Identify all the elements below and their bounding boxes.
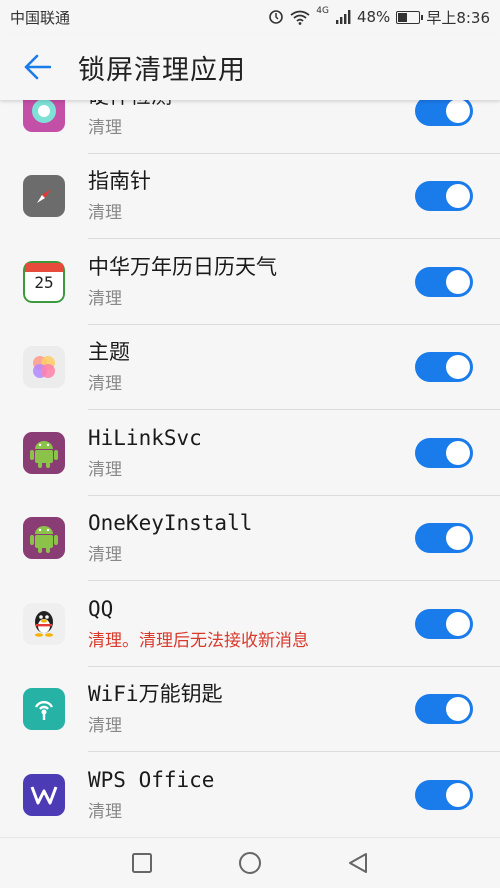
app-subtitle: 清理: [88, 801, 122, 822]
toggle-knob: [446, 697, 470, 722]
cleanup-toggle[interactable]: [415, 437, 473, 468]
android-icon: [23, 431, 65, 474]
cleanup-toggle[interactable]: [415, 352, 473, 383]
battery-percent: 48%: [356, 8, 391, 26]
page-title: 锁屏清理应用: [78, 54, 246, 86]
app-subtitle: 清理: [88, 545, 122, 566]
app-name: HiLinkSvc: [88, 425, 202, 450]
back-arrow-icon: [24, 54, 51, 80]
app-name: 中华万年历日历天气: [88, 254, 277, 279]
circle-icon: [239, 852, 261, 874]
app-text: 指南针 清理: [88, 169, 415, 223]
app-subtitle: 清理: [88, 203, 122, 224]
themes-icon: [23, 346, 65, 389]
app-subtitle: 清理: [88, 288, 122, 309]
toggle-knob: [446, 98, 470, 123]
app-row: QQ 清理。清理后无法接收新消息: [0, 581, 500, 667]
qq-penguin-icon: [23, 602, 65, 645]
app-name: OneKeyInstall: [88, 511, 253, 536]
cleanup-toggle[interactable]: [415, 266, 473, 297]
app-row: WiFi万能钥匙清理: [0, 667, 500, 752]
toggle-knob: [446, 611, 470, 636]
recent-apps-button[interactable]: [128, 849, 156, 877]
back-button[interactable]: [22, 52, 52, 82]
app-name: 指南针: [88, 169, 151, 194]
app-row: WPS Office 清理: [0, 752, 500, 838]
signal-icon: [335, 10, 351, 24]
calendar-icon: 25: [23, 260, 65, 303]
home-button[interactable]: [236, 849, 264, 877]
app-name: WPS Office: [88, 767, 215, 792]
android-icon: [23, 517, 65, 560]
status-bar: 中国联通 4G 48% 早上8:36: [0, 0, 500, 34]
app-subtitle: 清理: [88, 459, 122, 480]
app-row: 指南针 清理: [0, 154, 500, 239]
app-list: 硬件检测清理指南针清理25中华万年历日历天气清理主题清理HiLinkSvc清理O…: [0, 68, 500, 838]
clock: 早上8:36: [426, 8, 490, 27]
app-text: 中华万年历日历天气清理: [88, 255, 415, 309]
app-name: QQ: [88, 596, 114, 621]
toggle-knob: [446, 782, 470, 807]
toggle-knob: [446, 355, 470, 380]
app-text: 主题 清理: [88, 340, 415, 394]
app-name: WiFi万能钥匙: [88, 682, 223, 707]
app-name: 主题: [88, 340, 130, 365]
cleanup-toggle[interactable]: [415, 95, 473, 126]
toggle-knob: [446, 184, 470, 209]
app-text: HiLinkSvc 清理: [88, 426, 415, 480]
toggle-knob: [446, 440, 470, 465]
app-text: OneKeyInstall 清理: [88, 511, 415, 565]
toggle-knob: [446, 269, 470, 294]
status-icons: 4G 48% 早上8:36: [268, 6, 490, 28]
network-type-label: 4G: [316, 6, 329, 16]
alarm-icon: [269, 10, 284, 24]
battery-icon: [396, 10, 424, 24]
app-subtitle: 清理。清理后无法接收新消息: [88, 630, 309, 651]
app-row: OneKeyInstall 清理: [0, 496, 500, 581]
app-row: 主题 清理: [0, 325, 500, 410]
compass-icon: [23, 175, 65, 218]
nav-back-button[interactable]: [344, 849, 372, 877]
app-row: HiLinkSvc 清理: [0, 410, 500, 496]
cleanup-toggle[interactable]: [415, 608, 473, 639]
cleanup-toggle[interactable]: [415, 779, 473, 810]
cleanup-toggle[interactable]: [415, 181, 473, 212]
carrier-label: 中国联通: [10, 8, 71, 27]
app-subtitle: 清理: [88, 117, 122, 138]
wifi-key-icon: [23, 688, 65, 731]
toggle-knob: [446, 526, 470, 551]
app-text: WiFi万能钥匙清理: [88, 682, 415, 736]
square-icon: [132, 853, 152, 873]
app-subtitle: 清理: [88, 716, 122, 737]
app-bar: 锁屏清理应用: [0, 34, 500, 100]
app-text: WPS Office 清理: [88, 768, 415, 822]
cleanup-toggle[interactable]: [415, 694, 473, 725]
navigation-bar: [0, 837, 500, 888]
calendar-date-text: 25: [34, 272, 54, 292]
triangle-back-icon: [349, 853, 367, 873]
app-row: 25 中华万年历日历天气清理: [0, 239, 500, 325]
wps-icon: [23, 773, 65, 816]
wifi-icon: [290, 10, 310, 25]
app-subtitle: 清理: [88, 374, 122, 395]
cleanup-toggle[interactable]: [415, 523, 473, 554]
app-text: QQ 清理。清理后无法接收新消息: [88, 597, 415, 651]
